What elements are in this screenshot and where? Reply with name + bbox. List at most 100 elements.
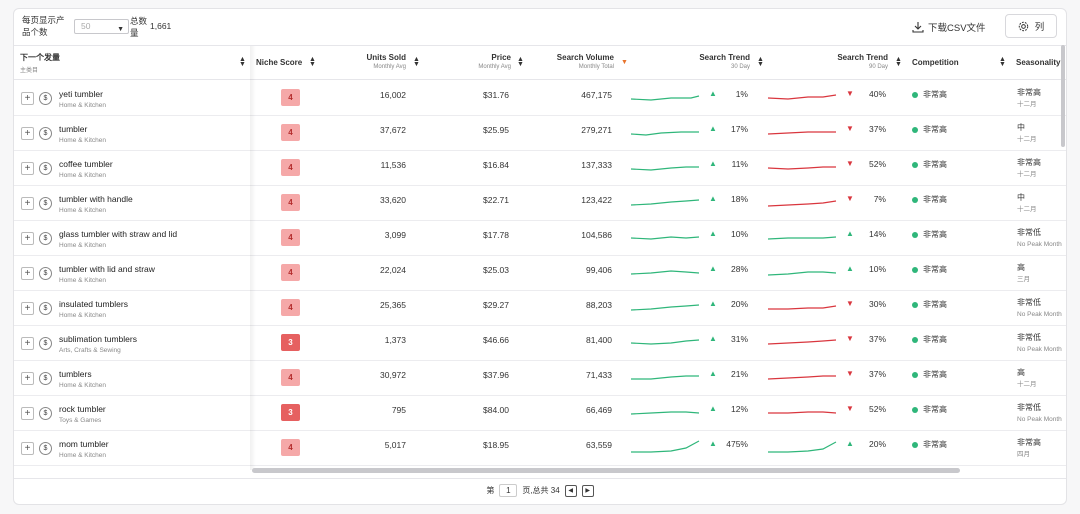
search-volume-value: 99,406: [586, 265, 612, 275]
table-row[interactable]: + $ tumbler with handle Home & Kitchen 4 33,6…: [14, 186, 1066, 221]
trend-30-sparkline: [631, 375, 699, 380]
table-row[interactable]: + $ coffee tumbler Home & Kitchen 4 11,536 $16…: [14, 151, 1066, 186]
niche-score-badge: 4: [281, 159, 300, 176]
add-icon[interactable]: +: [21, 372, 34, 385]
price-value: $46.66: [483, 335, 509, 345]
trend-30-percent: 1%: [735, 89, 748, 99]
total-count: 1,661: [150, 21, 172, 31]
sort-desc-icon[interactable]: ▼: [621, 59, 628, 66]
header-price-sub: Monthly Avg: [478, 64, 511, 70]
price-value: $25.03: [483, 265, 509, 275]
dollar-icon[interactable]: $: [39, 267, 52, 280]
columns-button[interactable]: 列: [1005, 14, 1057, 38]
header-keyword-sub: 主类目: [20, 68, 39, 74]
horizontal-scrollbar[interactable]: [252, 468, 960, 473]
keyword-text[interactable]: sublimation tumblers: [59, 334, 137, 344]
per-page-select[interactable]: 50 ▼: [74, 19, 129, 34]
dollar-icon[interactable]: $: [39, 337, 52, 350]
keyword-text[interactable]: glass tumbler with straw and lid: [59, 229, 177, 239]
add-icon[interactable]: +: [21, 92, 34, 105]
add-icon[interactable]: +: [21, 232, 34, 245]
niche-score-badge: 4: [281, 439, 300, 456]
seasonality-cell: 非常低 No Peak Month: [1017, 332, 1062, 355]
table-row[interactable]: + $ yeti tumbler Home & Kitchen 4 16,002 $31.7…: [14, 81, 1066, 116]
add-icon[interactable]: +: [21, 407, 34, 420]
trend-30-percent: 21%: [730, 369, 748, 379]
search-volume-value: 467,175: [581, 90, 612, 100]
keyword-text[interactable]: insulated tumblers: [59, 299, 128, 309]
add-icon[interactable]: +: [21, 337, 34, 350]
seasonality-cell: 高三月: [1017, 262, 1030, 285]
table-row[interactable]: + $ mom tumbler Home & Kitchen 4 5,017 $18.95 6…: [14, 431, 1066, 466]
add-icon[interactable]: +: [21, 162, 34, 175]
keyword-table: 下一个发量 主类目 ▲ ▼ Niche Score ▲ ▼ Units Sold M…: [14, 45, 1066, 470]
page-input[interactable]: 1: [499, 484, 518, 497]
seasonality-value: 非常低: [1017, 333, 1041, 342]
keyword-text[interactable]: coffee tumbler: [59, 159, 113, 169]
keyword-text[interactable]: tumblers: [59, 369, 92, 379]
add-icon[interactable]: +: [21, 197, 34, 210]
table-row[interactable]: + $ sublimation tumblers Arts, Crafts & Sew…: [14, 326, 1066, 361]
table-row[interactable]: + $ rock tumbler Toys & Games 3 795 $84.00 66,4…: [14, 396, 1066, 431]
keyword-text[interactable]: mom tumbler: [59, 439, 109, 449]
keyword-text[interactable]: yeti tumbler: [59, 89, 103, 99]
keyword-text[interactable]: rock tumbler: [59, 404, 106, 414]
keyword-text[interactable]: tumbler with lid and straw: [59, 264, 155, 274]
table-row[interactable]: + $ tumblers Home & Kitchen 4 30,972 $37.96 71,…: [14, 361, 1066, 396]
table-row[interactable]: + $ tumbler with lid and straw Home & Kitch…: [14, 256, 1066, 291]
price-value: $25.95: [483, 125, 509, 135]
download-csv-button[interactable]: 下载CSV文件: [912, 20, 986, 34]
competition-cell: 非常高: [912, 159, 947, 170]
competition-value: 非常高: [923, 230, 947, 239]
add-icon[interactable]: +: [21, 442, 34, 455]
add-icon[interactable]: +: [21, 127, 34, 140]
trend-90-sparkline: [768, 375, 836, 380]
sort-icon[interactable]: ▲ ▼: [413, 56, 420, 68]
sort-icon[interactable]: ▲ ▼: [895, 56, 902, 68]
table-row[interactable]: + $ tumbler Home & Kitchen 4 37,672 $25.95 279,…: [14, 116, 1066, 151]
sort-icon[interactable]: ▲ ▼: [309, 56, 316, 68]
trend-90-percent: 37%: [868, 124, 886, 134]
search-volume-value: 279,271: [581, 125, 612, 135]
category-text: Home & Kitchen: [59, 452, 106, 459]
seasonality-value: 非常高: [1017, 158, 1041, 167]
trend-90-percent: 52%: [868, 159, 886, 169]
units-sold-value: 22,024: [380, 265, 406, 275]
trend-90-sparkline: [768, 200, 837, 207]
prev-page-button[interactable]: ◀: [564, 484, 577, 497]
trend-90-sparkline: [768, 339, 837, 345]
sort-icon[interactable]: ▲ ▼: [239, 56, 246, 68]
dollar-icon[interactable]: $: [39, 407, 52, 420]
dollar-icon[interactable]: $: [39, 442, 52, 455]
competition-cell: 非常高: [912, 124, 947, 135]
trend-90-sparkline: [768, 131, 836, 135]
sort-icon[interactable]: ▲ ▼: [999, 56, 1006, 68]
table-row[interactable]: + $ insulated tumblers Home & Kitchen 4 25,36…: [14, 291, 1066, 326]
sort-icon[interactable]: ▲ ▼: [517, 56, 524, 68]
status-dot-icon: [912, 161, 918, 168]
price-value: $29.27: [483, 300, 509, 310]
add-icon[interactable]: +: [21, 302, 34, 315]
keyword-text[interactable]: tumbler: [59, 124, 87, 134]
competition-cell: 非常高: [912, 89, 947, 100]
pagination: 第 1 页,总共 34 ◀ ▶: [14, 478, 1066, 502]
dollar-icon[interactable]: $: [39, 162, 52, 175]
dollar-icon[interactable]: $: [39, 232, 52, 245]
niche-score-badge: 4: [281, 369, 300, 386]
niche-score-badge: 4: [281, 194, 300, 211]
dollar-icon[interactable]: $: [39, 372, 52, 385]
dollar-icon[interactable]: $: [39, 127, 52, 140]
dollar-icon[interactable]: $: [39, 92, 52, 105]
total-label: 总数量: [130, 16, 148, 38]
dollar-icon[interactable]: $: [39, 302, 52, 315]
add-icon[interactable]: +: [21, 267, 34, 280]
sort-icon[interactable]: ▲ ▼: [757, 56, 764, 68]
next-page-button[interactable]: ▶: [581, 484, 594, 497]
vertical-scrollbar[interactable]: [1061, 45, 1065, 147]
trend-30-sparkline: [631, 270, 700, 275]
product-table-card: 每页显示产品个数 50 ▼ 总数量 1,661 下载CSV文件 列 下一个发量 …: [13, 8, 1067, 505]
competition-cell: 非常高: [912, 194, 947, 205]
table-row[interactable]: + $ glass tumbler with straw and lid Home &…: [14, 221, 1066, 256]
keyword-text[interactable]: tumbler with handle: [59, 194, 133, 204]
dollar-icon[interactable]: $: [39, 197, 52, 210]
